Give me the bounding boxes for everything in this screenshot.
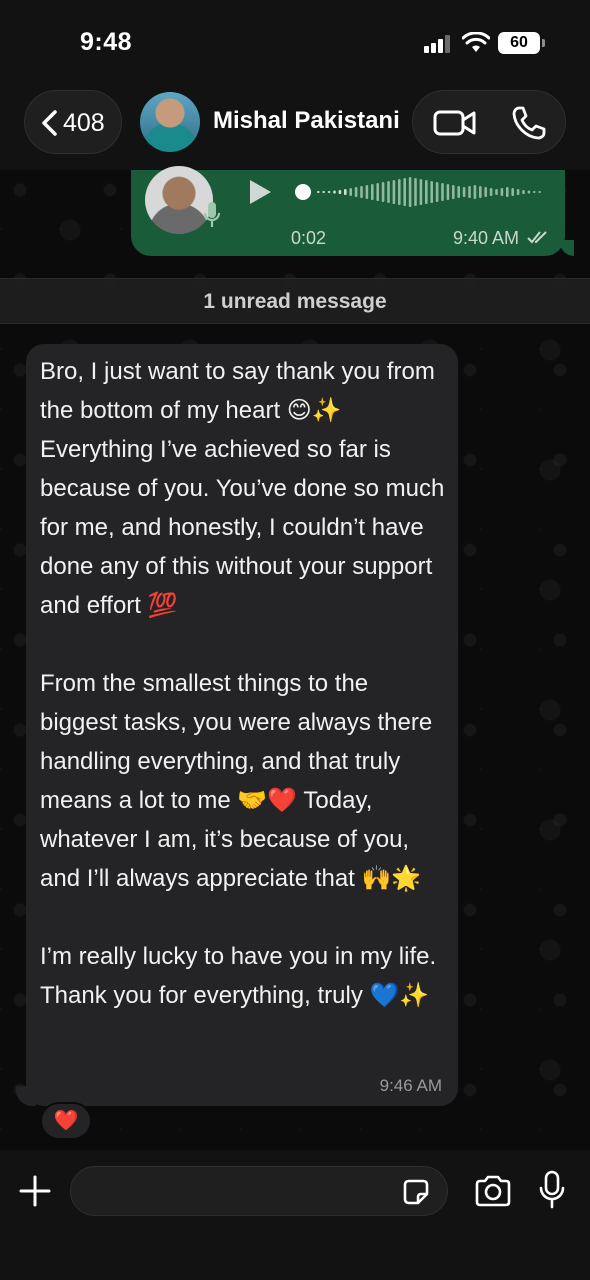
message-paragraph: Bro, I just want to say thank you from t… — [40, 358, 445, 619]
waveform-bar — [479, 186, 482, 198]
waveform-bar — [506, 187, 509, 197]
waveform-bar — [533, 191, 536, 193]
message-paragraph: From the smallest things to the biggest … — [40, 670, 433, 892]
waveform-bar — [489, 188, 493, 196]
waveform-bar — [371, 184, 374, 200]
microphone-icon — [203, 202, 221, 227]
phone-icon[interactable] — [511, 105, 547, 141]
contact-name[interactable]: Mishal Pakistani — [213, 107, 400, 135]
waveform-bar — [387, 181, 390, 203]
chat-screen: 9:48 60 408 Mishal Pakistani 0:02 9:40 A… — [0, 0, 590, 1280]
waveform-bar — [495, 189, 498, 195]
message-text: Bro, I just want to say thank you from t… — [40, 352, 450, 1015]
audio-waveform[interactable] — [295, 174, 545, 210]
waveform-bar — [468, 186, 471, 198]
waveform-bar — [365, 185, 369, 199]
microphone-icon[interactable] — [538, 1170, 566, 1210]
waveform-bar — [338, 190, 342, 194]
chat-header: 408 Mishal Pakistani — [0, 88, 590, 170]
waveform-bar — [376, 183, 379, 201]
message-paragraph: I’m really lucky to have you in my life.… — [40, 943, 437, 1009]
waveform-bar — [462, 187, 466, 197]
call-actions — [412, 90, 566, 154]
chevron-left-icon — [42, 110, 57, 136]
plus-icon[interactable] — [18, 1174, 52, 1208]
voice-timestamp: 9:40 AM — [453, 228, 520, 248]
wifi-icon — [462, 32, 490, 52]
waveform-playhead — [295, 184, 311, 200]
waveform-bar — [419, 179, 423, 205]
play-icon[interactable] — [247, 178, 273, 206]
battery-indicator: 60 — [498, 32, 545, 54]
message-input[interactable] — [87, 1175, 387, 1209]
waveform-bar — [452, 185, 455, 199]
waveform-bar — [430, 181, 433, 203]
waveform-bar — [354, 187, 358, 197]
waveform-bar — [414, 178, 417, 206]
waveform-bar — [392, 180, 396, 204]
reaction-badge[interactable]: ❤️ — [40, 1102, 92, 1140]
waveform-bar — [441, 183, 444, 201]
waveform-bar — [435, 182, 439, 202]
waveform-bar — [457, 186, 460, 198]
read-receipt-icon — [527, 231, 547, 244]
incoming-message-bubble[interactable]: Bro, I just want to say thank you from t… — [26, 344, 458, 1106]
waveform-bar — [473, 185, 477, 199]
back-button[interactable]: 408 — [24, 90, 122, 154]
unread-chats-count: 408 — [63, 109, 105, 137]
voice-message-bubble[interactable]: 0:02 9:40 AM — [131, 166, 565, 256]
waveform-bar — [527, 190, 531, 194]
waveform-bar — [398, 179, 401, 205]
waveform-bar — [360, 186, 363, 198]
video-call-icon[interactable] — [433, 107, 477, 139]
contact-avatar[interactable] — [140, 92, 200, 152]
waveform-bar — [344, 189, 347, 195]
cellular-signal-icon — [424, 35, 452, 53]
message-timestamp: 9:46 AM — [379, 1076, 442, 1095]
status-bar: 9:48 60 — [0, 0, 590, 88]
waveform-bar — [484, 187, 487, 197]
sticker-icon[interactable] — [401, 1177, 431, 1207]
composer-bar — [0, 1150, 590, 1280]
camera-icon[interactable] — [474, 1174, 512, 1208]
voice-duration: 0:02 — [291, 228, 327, 248]
waveform-bar — [446, 184, 450, 200]
waveform-bar — [322, 191, 325, 193]
unread-divider: 1 unread message — [0, 278, 590, 324]
waveform-bar — [349, 188, 352, 196]
waveform-bar — [425, 180, 428, 204]
waveform-bar — [403, 178, 406, 206]
waveform-bar — [516, 189, 520, 195]
status-time: 9:48 — [80, 28, 133, 56]
waveform-bar — [317, 191, 320, 193]
waveform-bar — [511, 188, 514, 196]
waveform-bar — [538, 191, 541, 193]
waveform-bar — [522, 190, 525, 194]
waveform-bar — [333, 190, 336, 194]
waveform-bar — [327, 191, 331, 193]
message-input-field[interactable] — [70, 1166, 448, 1216]
waveform-bar — [408, 177, 412, 207]
waveform-bar — [381, 182, 385, 202]
waveform-bar — [500, 188, 504, 196]
